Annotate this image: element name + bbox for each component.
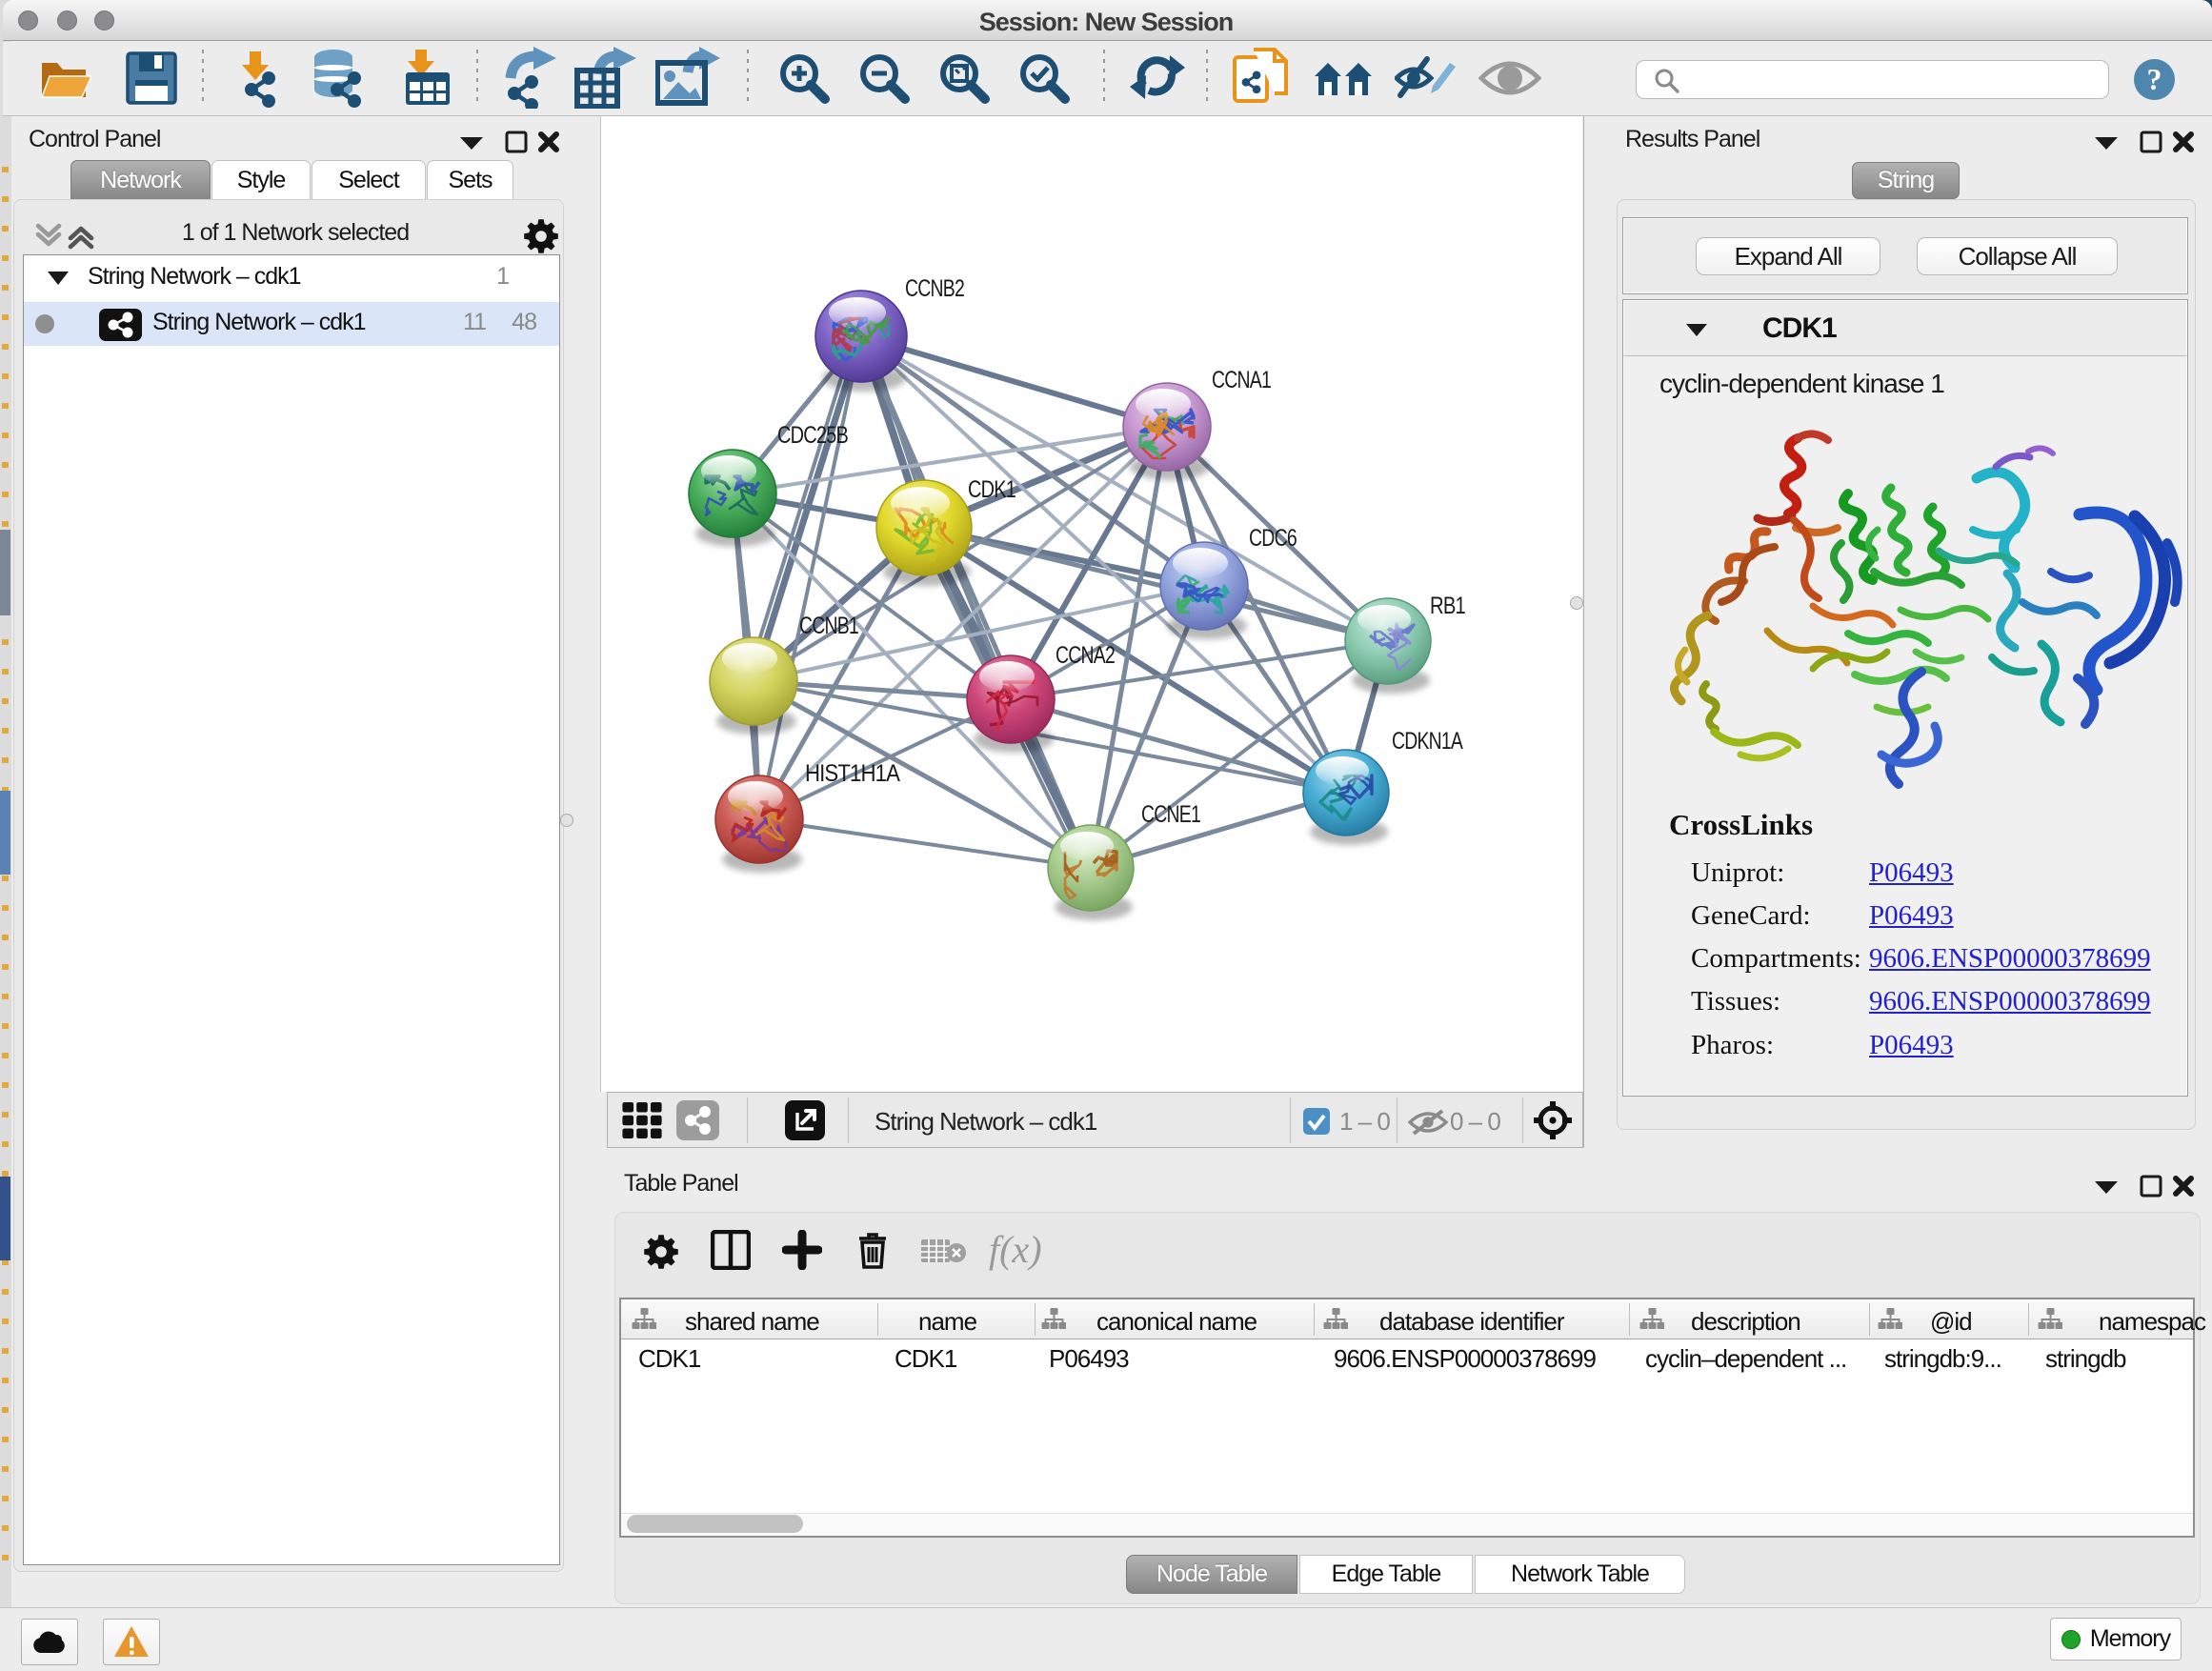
svg-text:CCNB1: CCNB1 xyxy=(799,613,858,639)
svg-text:RB1: RB1 xyxy=(1430,593,1465,619)
svg-text:CDC25B: CDC25B xyxy=(777,422,848,449)
svg-text:CCNE1: CCNE1 xyxy=(1141,801,1200,828)
svg-text:CCNA2: CCNA2 xyxy=(1056,642,1115,669)
svg-text:CDC6: CDC6 xyxy=(1249,525,1297,552)
svg-text:CDK1: CDK1 xyxy=(968,476,1016,503)
svg-text:CDKN1A: CDKN1A xyxy=(1392,728,1463,755)
svg-text:CCNB2: CCNB2 xyxy=(905,275,964,302)
svg-text:CCNA1: CCNA1 xyxy=(1212,367,1271,393)
svg-text:HIST1H1A: HIST1H1A xyxy=(805,760,900,787)
